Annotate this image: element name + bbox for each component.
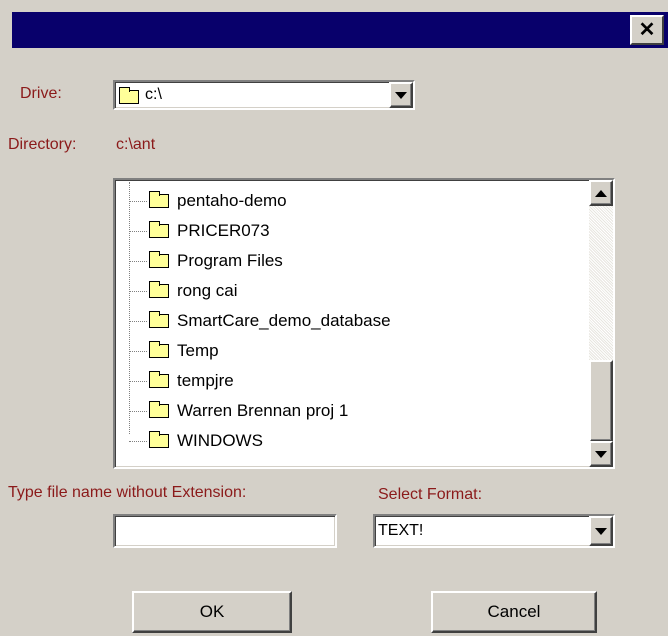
format-select[interactable]: TEXT! — [373, 514, 615, 548]
directory-path: c:\ant — [116, 136, 156, 153]
cancel-button[interactable]: Cancel — [431, 591, 597, 633]
chevron-down-icon — [595, 527, 607, 535]
scroll-up-button[interactable] — [589, 180, 613, 206]
folder-icon — [149, 221, 169, 238]
list-item[interactable]: pentaho-demo — [129, 188, 287, 214]
list-item[interactable]: WINDOWS — [129, 428, 263, 454]
list-item[interactable]: SmartCare_demo_database — [129, 308, 391, 334]
list-item[interactable]: rong cai — [129, 278, 237, 304]
list-item[interactable]: PRICER073 — [129, 218, 270, 244]
filename-label: Type file name without Extension: — [8, 484, 247, 501]
arrow-up-icon — [595, 189, 607, 197]
folder-icon — [149, 191, 169, 208]
folder-icon — [149, 371, 169, 388]
drive-dropdown-button[interactable] — [389, 82, 413, 108]
directory-tree: pentaho-demo PRICER073 Program Files ron… — [115, 182, 589, 464]
arrow-down-icon — [595, 450, 607, 458]
folder-icon — [149, 311, 169, 328]
folder-icon — [149, 401, 169, 418]
drive-select[interactable]: c:\ — [113, 80, 415, 110]
list-item[interactable]: tempjre — [129, 368, 234, 394]
folder-icon — [149, 251, 169, 268]
title-bar — [12, 12, 668, 48]
scroll-thumb[interactable] — [589, 360, 613, 442]
ok-button[interactable]: OK — [132, 591, 292, 633]
chevron-down-icon — [395, 91, 407, 99]
format-value: TEXT! — [378, 522, 424, 539]
format-dropdown-button[interactable] — [589, 516, 613, 546]
folder-icon — [149, 281, 169, 298]
close-button[interactable]: ✕ — [630, 15, 664, 45]
close-icon: ✕ — [638, 19, 656, 41]
format-label: Select Format: — [378, 486, 483, 503]
list-item[interactable]: Temp — [129, 338, 219, 364]
list-item[interactable]: Warren Brennan proj 1 — [129, 398, 348, 424]
directory-list[interactable]: pentaho-demo PRICER073 Program Files ron… — [113, 178, 615, 469]
drive-value: c:\ — [145, 86, 162, 103]
drive-label: Drive: — [20, 85, 62, 102]
folder-icon — [119, 87, 139, 104]
filename-input[interactable] — [113, 514, 337, 548]
folder-icon — [149, 341, 169, 358]
directory-label: Directory: — [8, 136, 77, 153]
scroll-down-button[interactable] — [589, 441, 613, 467]
list-item[interactable]: Program Files — [129, 248, 283, 274]
folder-icon — [149, 431, 169, 448]
